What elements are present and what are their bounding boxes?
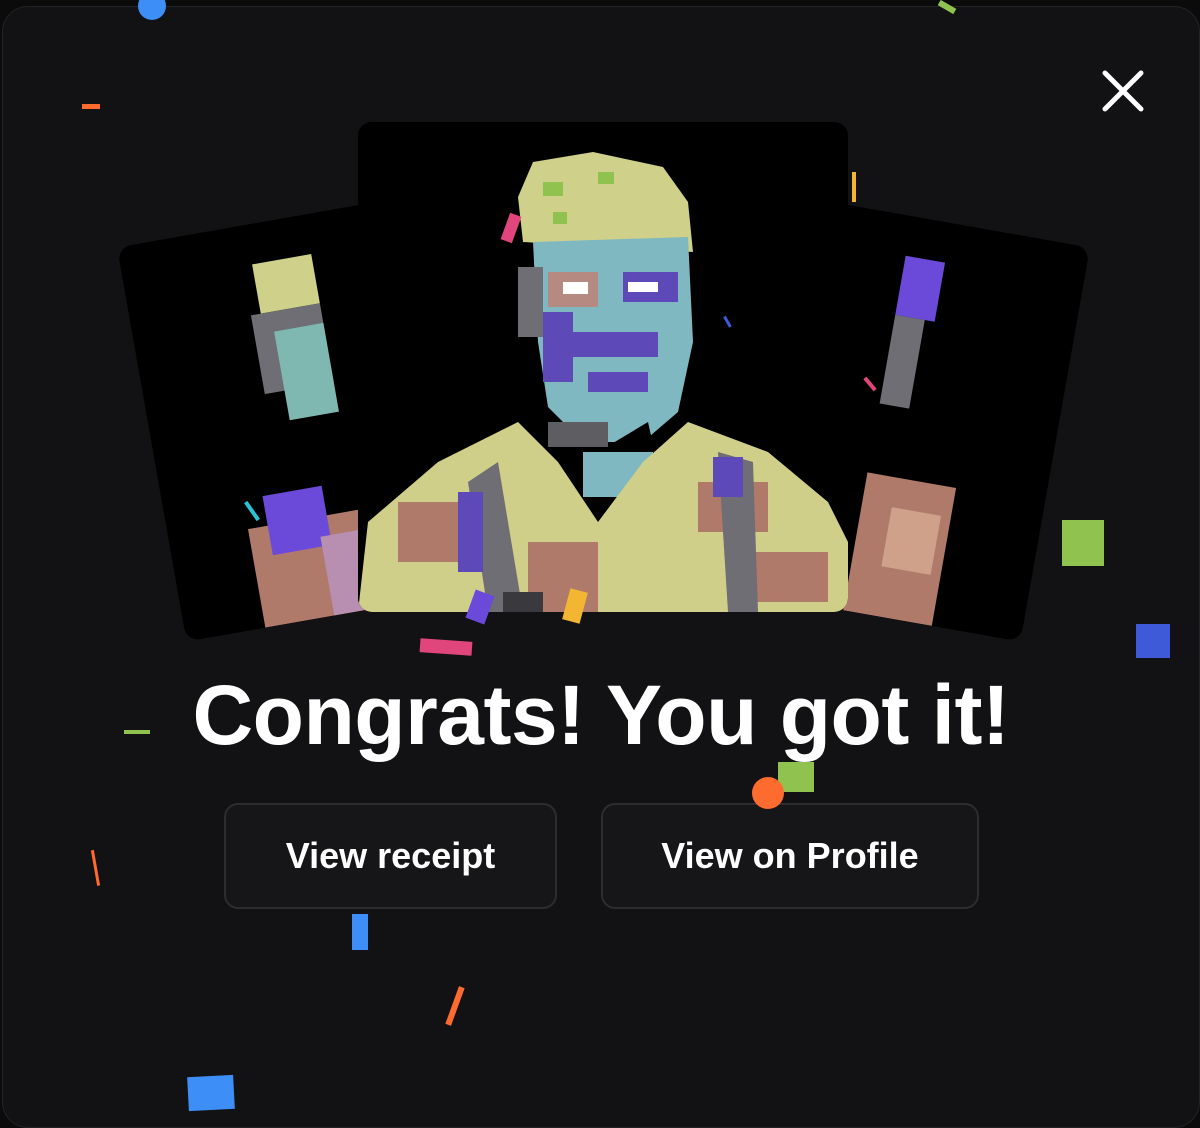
congrats-title: Congrats! You got it!: [192, 668, 1010, 762]
view-on-profile-button[interactable]: View on Profile: [601, 803, 979, 909]
nft-card-main: [358, 122, 848, 612]
purchase-success-modal: Congrats! You got it! View receipt View …: [2, 6, 1200, 1128]
view-receipt-button[interactable]: View receipt: [224, 803, 557, 909]
pixel-art-portrait: [358, 122, 848, 612]
close-button[interactable]: [1095, 63, 1151, 119]
close-icon: [1102, 70, 1144, 112]
